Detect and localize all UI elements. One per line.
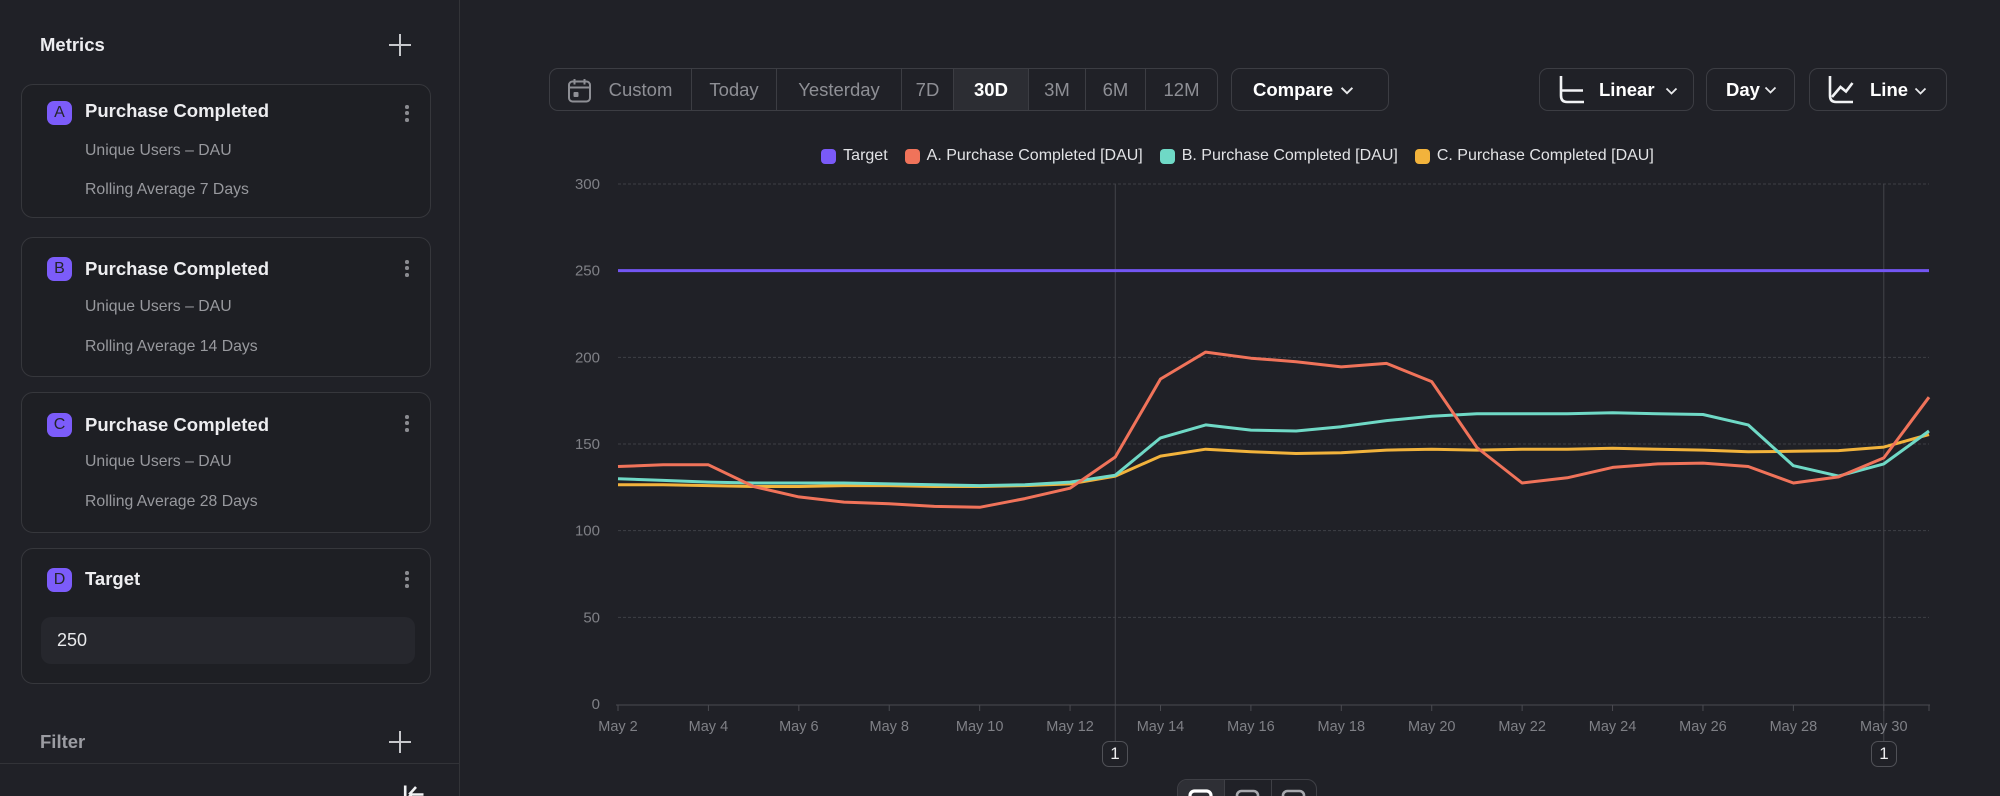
svg-text:May 20: May 20 (1408, 719, 1456, 735)
svg-text:May 22: May 22 (1498, 719, 1546, 735)
svg-text:May 18: May 18 (1318, 719, 1366, 735)
svg-text:200: 200 (575, 349, 600, 366)
svg-text:May 24: May 24 (1589, 719, 1637, 735)
svg-text:May 16: May 16 (1227, 719, 1275, 735)
svg-text:50: 50 (583, 609, 600, 626)
svg-text:May 4: May 4 (689, 719, 729, 735)
svg-text:May 2: May 2 (598, 719, 638, 735)
svg-text:100: 100 (575, 523, 600, 540)
svg-text:May 6: May 6 (779, 719, 819, 735)
svg-text:300: 300 (575, 176, 600, 193)
svg-text:May 12: May 12 (1046, 719, 1094, 735)
svg-text:May 26: May 26 (1679, 719, 1727, 735)
svg-text:May 30: May 30 (1860, 719, 1908, 735)
svg-text:250: 250 (575, 263, 600, 280)
svg-text:May 8: May 8 (869, 719, 909, 735)
svg-text:May 10: May 10 (956, 719, 1004, 735)
svg-text:May 28: May 28 (1770, 719, 1818, 735)
svg-text:0: 0 (592, 696, 600, 713)
svg-text:150: 150 (575, 436, 600, 453)
svg-text:May 14: May 14 (1137, 719, 1185, 735)
